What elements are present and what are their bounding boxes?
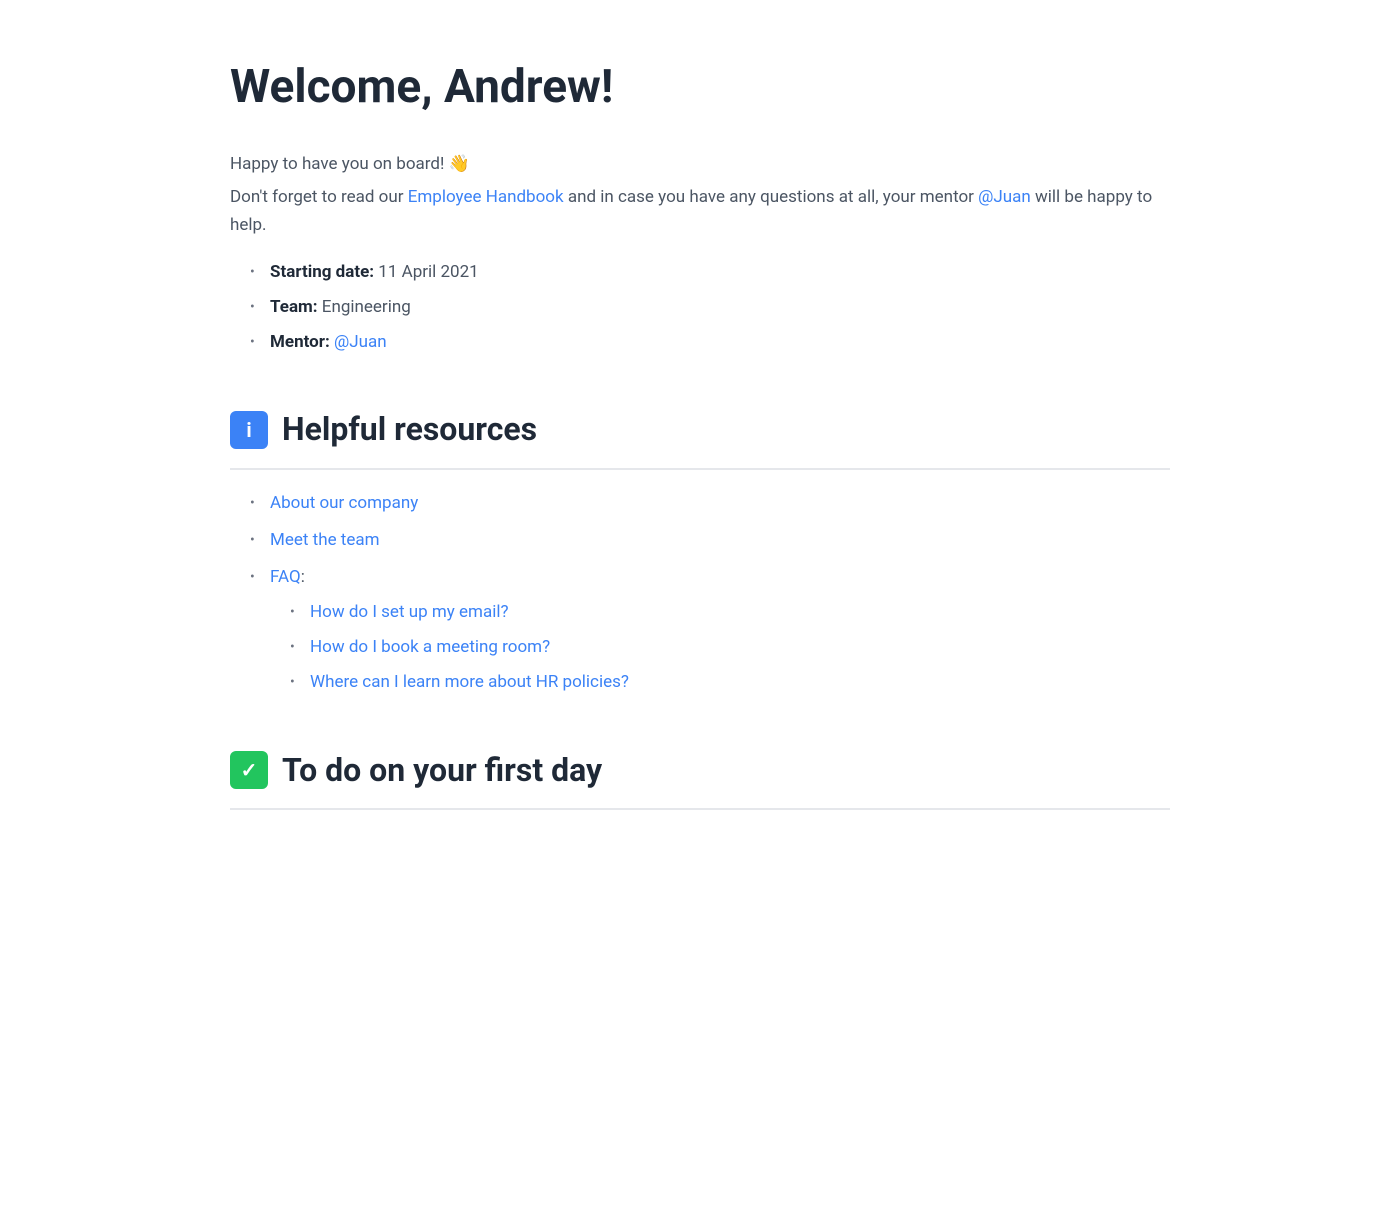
faq-hr-policies-link[interactable]: Where can I learn more about HR policies…	[310, 672, 629, 692]
todo-first-day-header: ✓ To do on your first day	[230, 745, 1170, 810]
team-value: Engineering	[322, 297, 411, 317]
faq-link[interactable]: FAQ	[270, 567, 301, 587]
intro-greeting: Happy to have you on board! 👋	[230, 154, 470, 174]
page-title: Welcome, Andrew!	[230, 60, 1170, 115]
detail-mentor: Mentor: @Juan	[250, 329, 1170, 356]
faq-item-email: How do I set up my email?	[290, 599, 1170, 626]
todo-first-day-title: To do on your first day	[282, 745, 602, 796]
intro-line2: Don't forget to read our Employee Handbo…	[230, 184, 1170, 238]
faq-sub-list: How do I set up my email? How do I book …	[290, 599, 1170, 697]
starting-date-value: 11 April 2021	[378, 262, 478, 282]
mentor-inline-link[interactable]: @Juan	[978, 187, 1031, 207]
faq-colon: :	[301, 567, 305, 587]
faq-item-hr-policies: Where can I learn more about HR policies…	[290, 669, 1170, 696]
helpful-resources-title: Helpful resources	[282, 404, 537, 455]
faq-email-link[interactable]: How do I set up my email?	[310, 602, 509, 622]
page-container: Welcome, Andrew! Happy to have you on bo…	[150, 0, 1250, 898]
detail-starting-date: Starting date: 11 April 2021	[250, 259, 1170, 286]
helpful-resources-header: i Helpful resources	[230, 404, 1170, 469]
helpful-resources-icon: i	[230, 411, 268, 449]
employee-handbook-link[interactable]: Employee Handbook	[408, 187, 564, 207]
team-label: Team:	[270, 297, 318, 317]
starting-date-label: Starting date:	[270, 262, 374, 282]
intro-after-link: and in case you have any questions at al…	[564, 187, 979, 207]
todo-first-day-section: ✓ To do on your first day	[230, 745, 1170, 810]
todo-first-day-icon: ✓	[230, 751, 268, 789]
mentor-link[interactable]: @Juan	[334, 332, 387, 352]
mentor-label: Mentor:	[270, 332, 330, 352]
intro-before-link: Don't forget to read our	[230, 187, 408, 207]
faq-meeting-room-link[interactable]: How do I book a meeting room?	[310, 637, 550, 657]
faq-item-meeting-room: How do I book a meeting room?	[290, 634, 1170, 661]
resources-list: About our company Meet the team FAQ: How…	[250, 490, 1170, 697]
resource-about-company: About our company	[250, 490, 1170, 517]
details-list: Starting date: 11 April 2021 Team: Engin…	[250, 259, 1170, 357]
meet-team-link[interactable]: Meet the team	[270, 530, 380, 550]
about-company-link[interactable]: About our company	[270, 493, 418, 513]
info-icon: i	[246, 414, 251, 446]
checkmark-icon: ✓	[241, 754, 258, 786]
resource-meet-team: Meet the team	[250, 527, 1170, 554]
resource-faq: FAQ: How do I set up my email? How do I …	[250, 564, 1170, 697]
intro-line1: Happy to have you on board! 👋	[230, 151, 1170, 178]
detail-team: Team: Engineering	[250, 294, 1170, 321]
helpful-resources-section: i Helpful resources About our company Me…	[230, 404, 1170, 696]
